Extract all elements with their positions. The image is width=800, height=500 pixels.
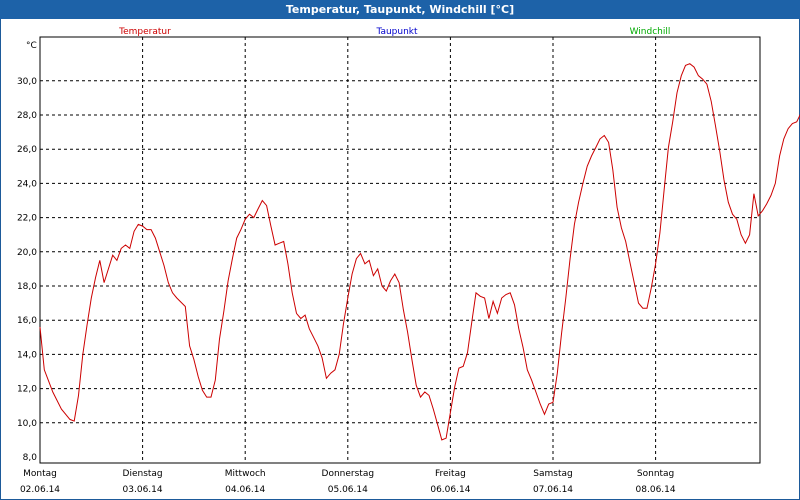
y-tick-label: 18,0 <box>17 282 37 292</box>
y-tick-label: 26,0 <box>17 145 37 155</box>
y-tick-label: 12,0 <box>17 385 37 395</box>
x-day-label: Dienstag <box>123 469 163 479</box>
y-tick-label: 30,0 <box>17 77 37 87</box>
x-date-label: 04.06.14 <box>225 485 265 495</box>
x-day-label: Sonntag <box>637 469 674 479</box>
y-tick-label: 28,0 <box>17 111 37 121</box>
y-tick-label: 10,0 <box>17 419 37 429</box>
plot-background <box>39 36 761 464</box>
y-tick-label: 14,0 <box>17 350 37 360</box>
x-axis-labels: Montag 02.06.14 Dienstag 03.06.14 Mittwoch 04… <box>20 469 676 495</box>
y-tick-label: 8,0 <box>23 453 38 463</box>
x-day-label: Samstag <box>533 469 572 479</box>
legend-taupunkt: Taupunkt <box>375 27 418 37</box>
y-tick-label: 24,0 <box>17 179 37 189</box>
x-day-label: Mittwoch <box>225 469 266 479</box>
y-axis-unit: °C <box>26 41 37 51</box>
x-date-label: 08.06.14 <box>636 485 676 495</box>
x-date-label: 07.06.14 <box>533 485 573 495</box>
y-tick-label: 16,0 <box>17 316 37 326</box>
x-day-label: Freitag <box>435 469 466 479</box>
chart-area: 8,0 10,0 12,0 14,0 16,0 18,0 20,0 22,0 24,0 26,0 2… <box>17 27 800 495</box>
x-date-label: 03.06.14 <box>123 485 163 495</box>
y-tick-label: 20,0 <box>17 248 37 258</box>
x-date-label: 02.06.14 <box>20 485 60 495</box>
y-axis-ticks: 8,0 10,0 12,0 14,0 16,0 18,0 20,0 22,0 24,0 26,0 2… <box>17 77 37 463</box>
legend-temperatur: Temperatur <box>118 27 171 37</box>
legend-windchill: Windchill <box>630 27 671 37</box>
x-day-label: Donnerstag <box>322 469 375 479</box>
x-day-label: Montag <box>23 469 57 479</box>
y-tick-label: 22,0 <box>17 214 37 224</box>
x-date-label: 05.06.14 <box>328 485 368 495</box>
x-date-label: 06.06.14 <box>430 485 470 495</box>
